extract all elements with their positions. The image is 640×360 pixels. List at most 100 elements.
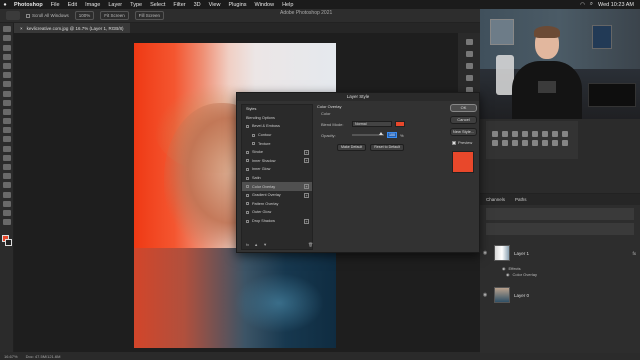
menu-3d[interactable]: 3D	[190, 2, 205, 8]
pen-tool-icon[interactable]	[2, 164, 11, 170]
tab-paths[interactable]: Paths	[515, 197, 527, 202]
style-checkbox[interactable]	[246, 167, 249, 171]
quick-select-tool-icon[interactable]	[2, 53, 11, 60]
document-tab[interactable]: × kevlicreative.com.jpg @ 16.7% (Layer 1…	[14, 23, 130, 33]
style-item[interactable]: Color Overlay +	[242, 182, 312, 191]
blend-mode-select[interactable]: Normal	[352, 121, 392, 127]
menu-type[interactable]: Type	[126, 2, 146, 8]
brightness-icon[interactable]	[492, 131, 498, 137]
add-style-instance-icon[interactable]: +	[304, 218, 309, 224]
trash-icon[interactable]: 🗑	[308, 242, 313, 247]
move-tool-icon[interactable]	[2, 26, 11, 33]
apple-icon[interactable]: ●	[0, 2, 10, 8]
layer-row-0[interactable]: ◉ Layer 0	[480, 284, 640, 306]
style-item[interactable]: Inner Glow	[242, 165, 312, 174]
menubar-clock[interactable]: Wed 10:23 AM	[598, 2, 634, 8]
zoom-100-button[interactable]: 100%	[74, 11, 95, 20]
blur-tool-icon[interactable]	[2, 145, 11, 152]
effect-eye-icon[interactable]: ◉	[506, 272, 510, 277]
style-item[interactable]: Stroke +	[242, 148, 312, 157]
blend-opacity-bar[interactable]	[486, 223, 634, 235]
move-up-icon[interactable]: ▲	[254, 242, 258, 247]
style-item[interactable]: Inner Shadow +	[242, 157, 312, 166]
healing-brush-tool-icon[interactable]	[2, 90, 11, 97]
gradient-tool-icon[interactable]	[2, 136, 11, 143]
style-item[interactable]: Pattern Overlay	[242, 200, 312, 209]
style-item[interactable]: Texture	[242, 139, 312, 148]
color-balance-icon[interactable]	[552, 131, 558, 137]
layer-fx-icon[interactable]: fx	[632, 251, 636, 256]
style-item[interactable]: Contour	[242, 131, 312, 140]
overlay-color-chip[interactable]	[395, 121, 405, 127]
fill-screen-button[interactable]: Fill Screen	[134, 11, 165, 20]
preview-checkbox-box[interactable]	[452, 140, 456, 145]
tool-preset-picker[interactable]	[6, 11, 20, 20]
fit-screen-button[interactable]: Fit Screen	[100, 11, 129, 20]
layer-name[interactable]: Layer 1	[514, 251, 529, 256]
add-style-instance-icon[interactable]: +	[304, 192, 309, 198]
frame-tool-icon[interactable]	[2, 72, 11, 79]
style-checkbox[interactable]	[246, 185, 249, 189]
scroll-all-windows-checkbox[interactable]: Scroll All Windows	[26, 13, 69, 18]
adjustments-panel-icon[interactable]	[465, 75, 473, 81]
wifi-icon[interactable]: ◠	[580, 2, 585, 8]
opacity-slider[interactable]	[352, 132, 384, 136]
menu-view[interactable]: View	[205, 2, 225, 8]
zoom-level[interactable]: 16.67%	[4, 354, 18, 359]
menu-layer[interactable]: Layer	[104, 2, 126, 8]
menu-select[interactable]: Select	[146, 2, 169, 8]
move-down-icon[interactable]: ▼	[263, 242, 267, 247]
hue-saturation-icon[interactable]	[542, 131, 548, 137]
menu-help[interactable]: Help	[278, 2, 297, 8]
menu-filter[interactable]: Filter	[169, 2, 189, 8]
layer-name[interactable]: Layer 0	[514, 293, 529, 298]
style-item[interactable]: Bevel & Emboss	[242, 122, 312, 131]
style-checkbox[interactable]	[246, 159, 249, 163]
style-checkbox[interactable]	[246, 202, 249, 206]
style-checkbox[interactable]	[246, 193, 249, 197]
make-default-button[interactable]: Make Default	[337, 144, 367, 151]
color-overlay-effect-row[interactable]: ◉ Color Overlay	[506, 272, 537, 277]
levels-icon[interactable]	[502, 131, 508, 137]
hand-tool-icon[interactable]	[2, 200, 11, 207]
cancel-button[interactable]: Cancel	[450, 116, 477, 124]
style-checkbox[interactable]	[246, 176, 249, 180]
lasso-tool-icon[interactable]	[2, 44, 11, 51]
menu-file[interactable]: File	[47, 2, 64, 8]
history-panel-icon[interactable]	[465, 39, 473, 45]
tab-channels[interactable]: Channels	[486, 197, 505, 202]
clone-stamp-tool-icon[interactable]	[2, 108, 11, 115]
brush-tool-icon[interactable]	[2, 99, 11, 106]
effects-eye-icon[interactable]: ◉	[502, 266, 506, 271]
add-style-instance-icon[interactable]: +	[304, 149, 309, 155]
new-style-button[interactable]: New Style...	[450, 128, 477, 136]
marquee-tool-icon[interactable]	[2, 35, 11, 42]
doc-info[interactable]: Doc: 47.5M/121.6M	[26, 354, 61, 359]
posterize-icon[interactable]	[532, 140, 538, 146]
path-select-tool-icon[interactable]	[2, 182, 11, 189]
search-icon[interactable]: ⌕	[590, 1, 593, 8]
history-brush-tool-icon[interactable]	[2, 118, 11, 125]
black-white-icon[interactable]	[562, 131, 568, 137]
layer-row-1[interactable]: ◉ Layer 1 fx	[480, 242, 640, 264]
style-checkbox[interactable]	[246, 150, 249, 154]
menu-edit[interactable]: Edit	[64, 2, 81, 8]
reset-default-button[interactable]: Reset to Default	[370, 144, 404, 151]
menu-window[interactable]: Window	[251, 2, 279, 8]
fx-icon[interactable]: fx	[246, 242, 249, 247]
visibility-eye-icon[interactable]: ◉	[480, 292, 490, 298]
style-checkbox[interactable]	[246, 210, 249, 214]
menu-app[interactable]: Photoshop	[10, 2, 47, 8]
color-lookup-icon[interactable]	[512, 140, 518, 146]
document-tab-close[interactable]: ×	[20, 26, 23, 31]
style-checkbox[interactable]	[252, 133, 255, 137]
style-item[interactable]: Gradient Overlay +	[242, 191, 312, 200]
properties-panel-icon[interactable]	[465, 51, 473, 57]
dodge-tool-icon[interactable]	[2, 154, 11, 161]
layer-effects-row[interactable]: ◉ Effects	[502, 266, 521, 271]
add-style-instance-icon[interactable]: +	[304, 184, 309, 190]
style-checkbox[interactable]	[246, 124, 249, 128]
visibility-eye-icon[interactable]: ◉	[480, 250, 490, 256]
crop-tool-icon[interactable]	[2, 62, 11, 69]
style-checkbox[interactable]	[252, 142, 255, 146]
